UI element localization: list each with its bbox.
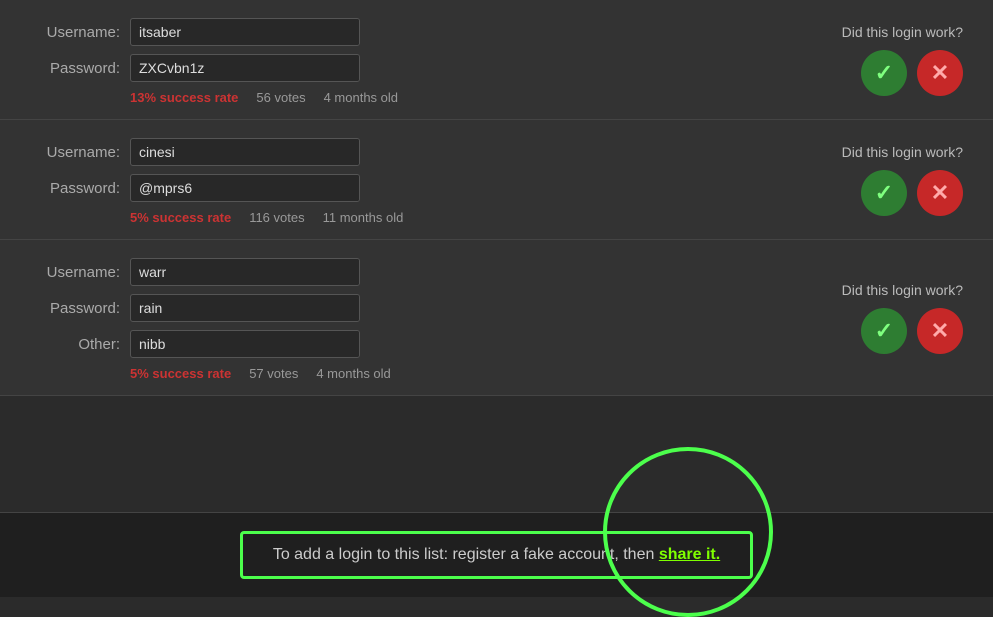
- username-label-1: Username:: [30, 24, 120, 41]
- age-3: 4 months old: [316, 366, 390, 381]
- login-card-3: Username: warr Password: rain Other: nib…: [0, 240, 993, 396]
- success-rate-2: 5% success rate: [130, 210, 231, 225]
- checkmark-icon-3: [875, 318, 893, 344]
- username-field-1: itsaber: [130, 18, 360, 46]
- other-field-3: nibb: [130, 330, 360, 358]
- bottom-bar-content: To add a login to this list: register a …: [240, 531, 753, 579]
- right-section-1: Did this login work?: [842, 24, 963, 96]
- did-this-work-label-3: Did this login work?: [842, 282, 963, 298]
- password-label-2: Password:: [30, 180, 120, 197]
- no-button-1[interactable]: [917, 50, 963, 96]
- votes-2: 116 votes: [249, 210, 304, 225]
- checkmark-icon-1: [875, 60, 893, 86]
- did-this-work-label-1: Did this login work?: [842, 24, 963, 40]
- right-section-2: Did this login work?: [842, 144, 963, 216]
- xmark-icon-2: [931, 180, 949, 206]
- bottom-bar-text: To add a login to this list: register a …: [273, 546, 659, 563]
- age-2: 11 months old: [323, 210, 404, 225]
- xmark-icon-3: [931, 318, 949, 344]
- votes-3: 57 votes: [249, 366, 298, 381]
- did-this-work-label-2: Did this login work?: [842, 144, 963, 160]
- xmark-icon-1: [931, 60, 949, 86]
- password-field-2: @mprs6: [130, 174, 360, 202]
- other-label-3: Other:: [30, 336, 120, 353]
- votes-1: 56 votes: [256, 90, 305, 105]
- share-link[interactable]: share it.: [659, 546, 720, 563]
- password-label-3: Password:: [30, 300, 120, 317]
- login-card-1: Username: itsaber Password: ZXCvbn1z 13%…: [0, 0, 993, 120]
- login-card-2: Username: cinesi Password: @mprs6 5% suc…: [0, 120, 993, 240]
- vote-buttons-3: [861, 308, 963, 354]
- username-field-2: cinesi: [130, 138, 360, 166]
- bottom-bar: To add a login to this list: register a …: [0, 512, 993, 597]
- checkmark-icon-2: [875, 180, 893, 206]
- vote-buttons-2: [861, 170, 963, 216]
- no-button-2[interactable]: [917, 170, 963, 216]
- yes-button-2[interactable]: [861, 170, 907, 216]
- password-label-1: Password:: [30, 60, 120, 77]
- password-field-1: ZXCvbn1z: [130, 54, 360, 82]
- success-rate-3: 5% success rate: [130, 366, 231, 381]
- vote-buttons-1: [861, 50, 963, 96]
- password-field-3: rain: [130, 294, 360, 322]
- success-rate-1: 13% success rate: [130, 90, 238, 105]
- no-button-3[interactable]: [917, 308, 963, 354]
- yes-button-1[interactable]: [861, 50, 907, 96]
- yes-button-3[interactable]: [861, 308, 907, 354]
- username-label-3: Username:: [30, 264, 120, 281]
- username-label-2: Username:: [30, 144, 120, 161]
- right-section-3: Did this login work?: [842, 282, 963, 354]
- age-1: 4 months old: [324, 90, 398, 105]
- username-field-3: warr: [130, 258, 360, 286]
